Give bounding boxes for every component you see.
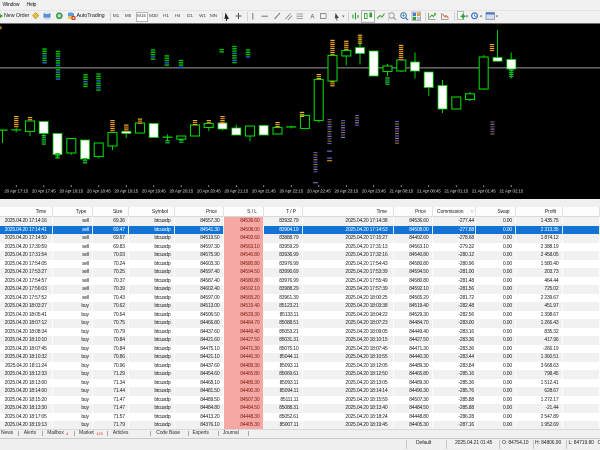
- svg-text:21 Apr 02:15: 21 Apr 02:15: [499, 188, 523, 193]
- svg-text:20 Apr 21:45: 20 Apr 21:45: [252, 188, 276, 193]
- svg-text:20 Apr 19:45: 20 Apr 19:45: [142, 188, 166, 193]
- svg-text:21 Apr 00:45: 21 Apr 00:45: [417, 188, 441, 193]
- svg-text:20 Apr 22:45: 20 Apr 22:45: [307, 188, 331, 193]
- svg-text:21 Apr 01:45: 21 Apr 01:45: [472, 188, 496, 193]
- svg-text:21 Apr 00:15: 21 Apr 00:15: [389, 188, 413, 193]
- svg-text:20 Apr 18:15: 20 Apr 18:15: [59, 188, 83, 193]
- svg-text:21 Apr 01:15: 21 Apr 01:15: [444, 188, 468, 193]
- svg-text:20 Apr 17:15: 20 Apr 17:15: [4, 188, 28, 193]
- svg-text:20 Apr 23:15: 20 Apr 23:15: [334, 188, 358, 193]
- svg-text:20 Apr 19:15: 20 Apr 19:15: [114, 188, 138, 193]
- svg-text:A: A: [311, 15, 315, 21]
- svg-text:20 Apr 21:15: 20 Apr 21:15: [224, 188, 248, 193]
- svg-text:20 Apr 23:45: 20 Apr 23:45: [362, 188, 386, 193]
- svg-text:20 Apr 20:45: 20 Apr 20:45: [197, 188, 221, 193]
- svg-text:20 Apr 18:45: 20 Apr 18:45: [87, 188, 111, 193]
- svg-text:20 Apr 20:15: 20 Apr 20:15: [169, 188, 193, 193]
- svg-text:20 Apr 22:15: 20 Apr 22:15: [279, 188, 303, 193]
- svg-text:20 Apr 17:45: 20 Apr 17:45: [32, 188, 56, 193]
